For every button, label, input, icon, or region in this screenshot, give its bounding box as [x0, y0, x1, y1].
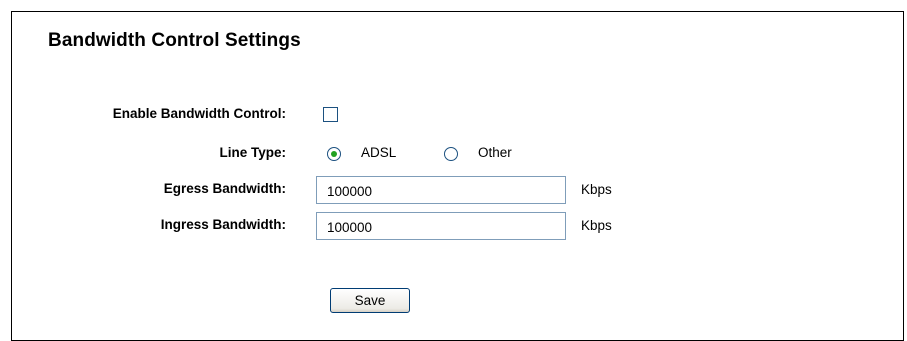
title-divider — [12, 67, 903, 68]
page-title: Bandwidth Control Settings — [48, 30, 301, 51]
ingress-bandwidth-label: Ingress Bandwidth: — [160, 217, 286, 232]
line-type-label: Line Type: — [219, 145, 286, 160]
ingress-unit-label: Kbps — [581, 218, 612, 233]
line-type-adsl-label[interactable]: ADSL — [361, 145, 396, 160]
enable-bandwidth-control-checkbox[interactable] — [323, 107, 338, 122]
egress-bandwidth-input[interactable] — [316, 176, 566, 204]
line-type-other-label[interactable]: Other — [478, 145, 512, 160]
save-button[interactable]: Save — [330, 288, 410, 313]
ingress-bandwidth-input[interactable] — [316, 212, 566, 240]
enable-bandwidth-control-label: Enable Bandwidth Control: — [112, 106, 286, 121]
line-type-other-radio[interactable] — [444, 147, 458, 161]
radio-selected-dot — [331, 151, 337, 157]
egress-unit-label: Kbps — [581, 182, 612, 197]
egress-bandwidth-label: Egress Bandwidth: — [163, 181, 286, 196]
line-type-adsl-radio[interactable] — [327, 147, 341, 161]
